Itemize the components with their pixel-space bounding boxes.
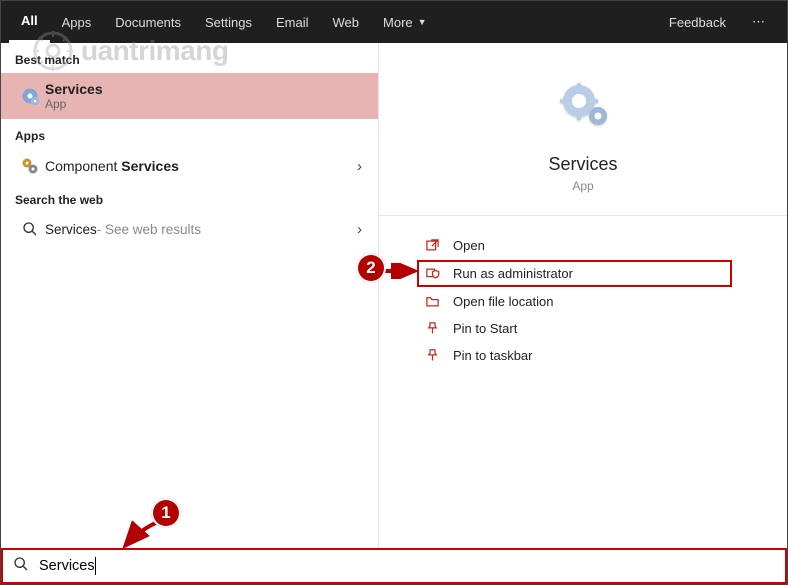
action-run-admin-label: Run as administrator: [453, 266, 573, 281]
detail-pane: Services App Open Run as administrator O…: [379, 43, 787, 548]
result-web-services[interactable]: Services - See web results ›: [1, 213, 378, 245]
feedback-link[interactable]: Feedback: [655, 1, 740, 43]
folder-icon: [425, 294, 453, 309]
tab-documents-label: Documents: [115, 15, 181, 30]
tab-more[interactable]: More ▼: [371, 1, 439, 43]
open-icon: [425, 238, 453, 253]
annotation-badge-2: 2: [356, 253, 386, 283]
annotation-badge-1: 1: [151, 498, 181, 528]
tab-documents[interactable]: Documents: [103, 1, 193, 43]
chevron-right-icon: ›: [357, 158, 362, 175]
action-open-label: Open: [453, 238, 485, 253]
result-services[interactable]: Services App: [1, 73, 378, 119]
apps-header: Apps: [1, 119, 378, 149]
results-pane: Best match Services App Apps Component S…: [1, 43, 379, 548]
detail-subtitle: App: [572, 179, 593, 193]
chevron-right-icon: ›: [357, 221, 362, 238]
result-component-services[interactable]: Component Services ›: [1, 149, 378, 183]
action-open[interactable]: Open: [417, 232, 787, 259]
tab-email[interactable]: Email: [264, 1, 321, 43]
result-services-title: Services: [45, 81, 103, 97]
more-options-button[interactable]: ⋯: [740, 1, 779, 43]
result-component-services-title: Component Services: [45, 158, 179, 174]
tab-settings[interactable]: Settings: [193, 1, 264, 43]
search-tabs-bar: All Apps Documents Settings Email Web Mo…: [1, 1, 787, 43]
action-pin-taskbar-label: Pin to taskbar: [453, 348, 533, 363]
chevron-down-icon: ▼: [418, 17, 427, 27]
search-web-header: Search the web: [1, 183, 378, 213]
action-run-admin[interactable]: Run as administrator: [417, 260, 732, 287]
action-open-location-label: Open file location: [453, 294, 553, 309]
action-pin-taskbar[interactable]: Pin to taskbar: [417, 342, 787, 369]
tab-apps[interactable]: Apps: [50, 1, 104, 43]
tab-all[interactable]: All: [9, 1, 50, 43]
result-web-suffix: - See web results: [97, 222, 201, 237]
pin-icon: [425, 348, 453, 363]
feedback-label: Feedback: [669, 15, 726, 30]
component-services-icon: [15, 157, 45, 175]
services-gear-icon: [15, 86, 45, 106]
tab-web-label: Web: [333, 15, 360, 30]
annotation-arrow-2: [383, 263, 423, 279]
tab-all-label: All: [21, 13, 38, 28]
tab-settings-label: Settings: [205, 15, 252, 30]
best-match-header: Best match: [1, 43, 378, 73]
tab-web[interactable]: Web: [321, 1, 372, 43]
services-large-icon: [555, 83, 611, 136]
action-pin-start-label: Pin to Start: [453, 321, 517, 336]
action-open-location[interactable]: Open file location: [417, 288, 787, 315]
result-services-subtitle: App: [45, 97, 103, 111]
search-icon: [15, 221, 45, 237]
action-pin-start[interactable]: Pin to Start: [417, 315, 787, 342]
result-web-title: Services: [45, 222, 97, 237]
tab-apps-label: Apps: [62, 15, 92, 30]
tab-more-label: More: [383, 15, 413, 30]
detail-title: Services: [548, 154, 617, 175]
actions-list: Open Run as administrator Open file loca…: [379, 216, 787, 369]
pin-icon: [425, 321, 453, 336]
tab-email-label: Email: [276, 15, 309, 30]
shield-icon: [425, 266, 453, 281]
